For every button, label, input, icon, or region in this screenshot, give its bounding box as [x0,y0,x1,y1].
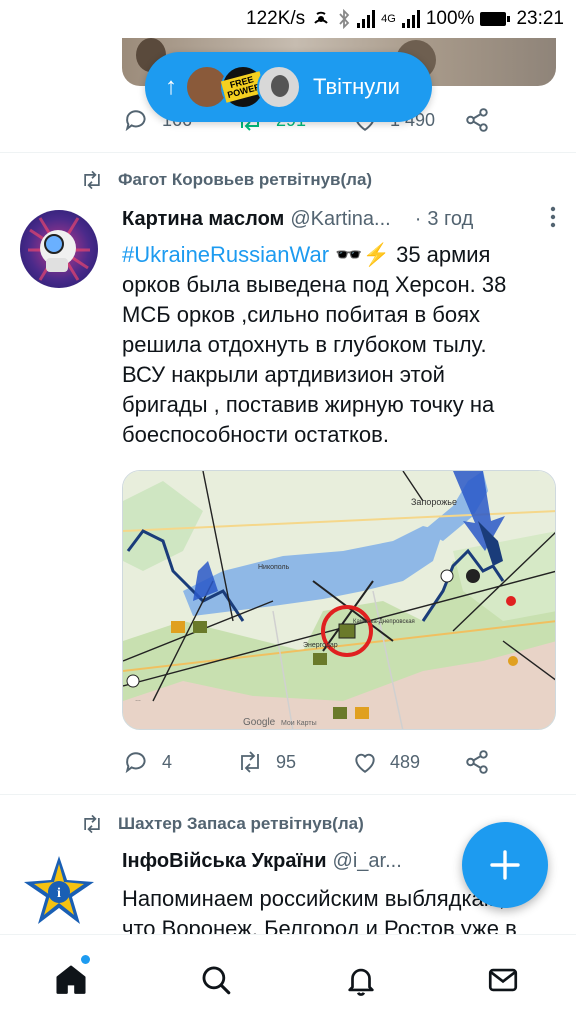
svg-text:Google: Google [243,717,276,728]
retweet-count: 95 [276,751,297,772]
tweet-time[interactable]: 3 год [427,208,473,231]
tweet-actions: 4 95 489 [124,748,564,776]
hashtag-link[interactable]: #UkraineRussianWar [122,242,329,267]
share-icon [466,108,488,132]
svg-text:Каменка-Днепровская: Каменка-Днепровская [353,619,415,625]
more-options-icon[interactable] [550,206,556,234]
new-tweets-label: Твітнули [313,74,400,99]
retweet-icon [84,814,100,834]
signal-icon-2 [401,10,420,28]
retweet-button[interactable]: 95 [236,749,296,775]
reply-icon [125,110,146,132]
svg-text:Энергодар: Энергодар [303,642,338,649]
retweet-icon [84,170,100,190]
retweeted-by: Фагот Коровьев ретвітнув(ла) [118,170,373,189]
tweet-text: #UkraineRussianWar 🕶️⚡ 35 армия орков бы… [122,242,507,447]
author-name[interactable]: ІнфоВійська України [122,850,327,873]
nav-notifications[interactable] [336,955,386,1005]
svg-text:…: … [135,697,141,703]
battery-percent: 100% [425,8,475,29]
unread-indicator [81,955,90,964]
share-icon [466,750,488,774]
author-handle[interactable]: @Kartina... [290,208,390,231]
divider [0,794,576,795]
mail-icon [488,968,518,992]
share-button[interactable] [464,107,490,133]
svg-text:Мои Карты: Мои Карты [281,720,317,727]
svg-text:Никополь: Никополь [258,564,290,571]
retweet-context[interactable]: Шахтер Запаса ретвітнув(ла) [80,814,364,834]
avatar[interactable] [20,210,98,288]
bell-icon [348,968,374,996]
author-handle[interactable]: @i_ar... [333,850,402,873]
heart-icon [355,753,375,773]
network-speed: 122K/s [246,8,306,29]
reply-button[interactable]: 4 [124,749,172,775]
new-tweets-pill[interactable]: ↑ FREE POWER Твітнули [145,52,432,122]
bottom-navigation [0,934,576,1024]
tweet-header: Картина маслом @Kartina... · 3 год [122,206,556,234]
svg-text:i: i [57,886,61,901]
emoji: 🕶️⚡ [335,242,390,267]
hotspot-icon [311,9,331,29]
like-button[interactable]: 489 [352,749,420,775]
arrow-up-icon: ↑ [165,73,177,100]
plus-icon [490,850,520,880]
tweet-map-image[interactable]: … Запорожье Никополь Энергодар Каменка-Д… [122,470,556,730]
bluetooth-icon [337,9,351,29]
search-icon [202,966,231,995]
author-name[interactable]: Картина маслом [122,208,284,231]
home-icon [56,965,86,994]
svg-text:Запорожье: Запорожье [411,497,457,507]
retweet-context[interactable]: Фагот Коровьев ретвітнув(ла) [80,170,372,190]
reply-count: 4 [162,751,173,772]
like-count: 489 [390,751,421,772]
nav-messages[interactable] [478,955,528,1005]
retweet-icon [241,751,259,773]
status-bar: 122K/s 4G 100% 23:21 [0,0,576,38]
avatar [257,65,301,109]
divider [0,152,576,153]
separator-dot: · [414,208,422,230]
signal-icon [357,10,376,28]
network-type: 4G [381,13,396,25]
clock: 23:21 [516,8,564,29]
compose-tweet-button[interactable] [462,822,548,908]
battery-icon [480,11,511,27]
avatar[interactable]: i [20,852,98,930]
retweeted-by: Шахтер Запаса ретвітнув(ла) [118,814,364,833]
nav-search[interactable] [191,955,241,1005]
reply-icon [125,752,146,774]
share-button[interactable] [464,749,490,775]
